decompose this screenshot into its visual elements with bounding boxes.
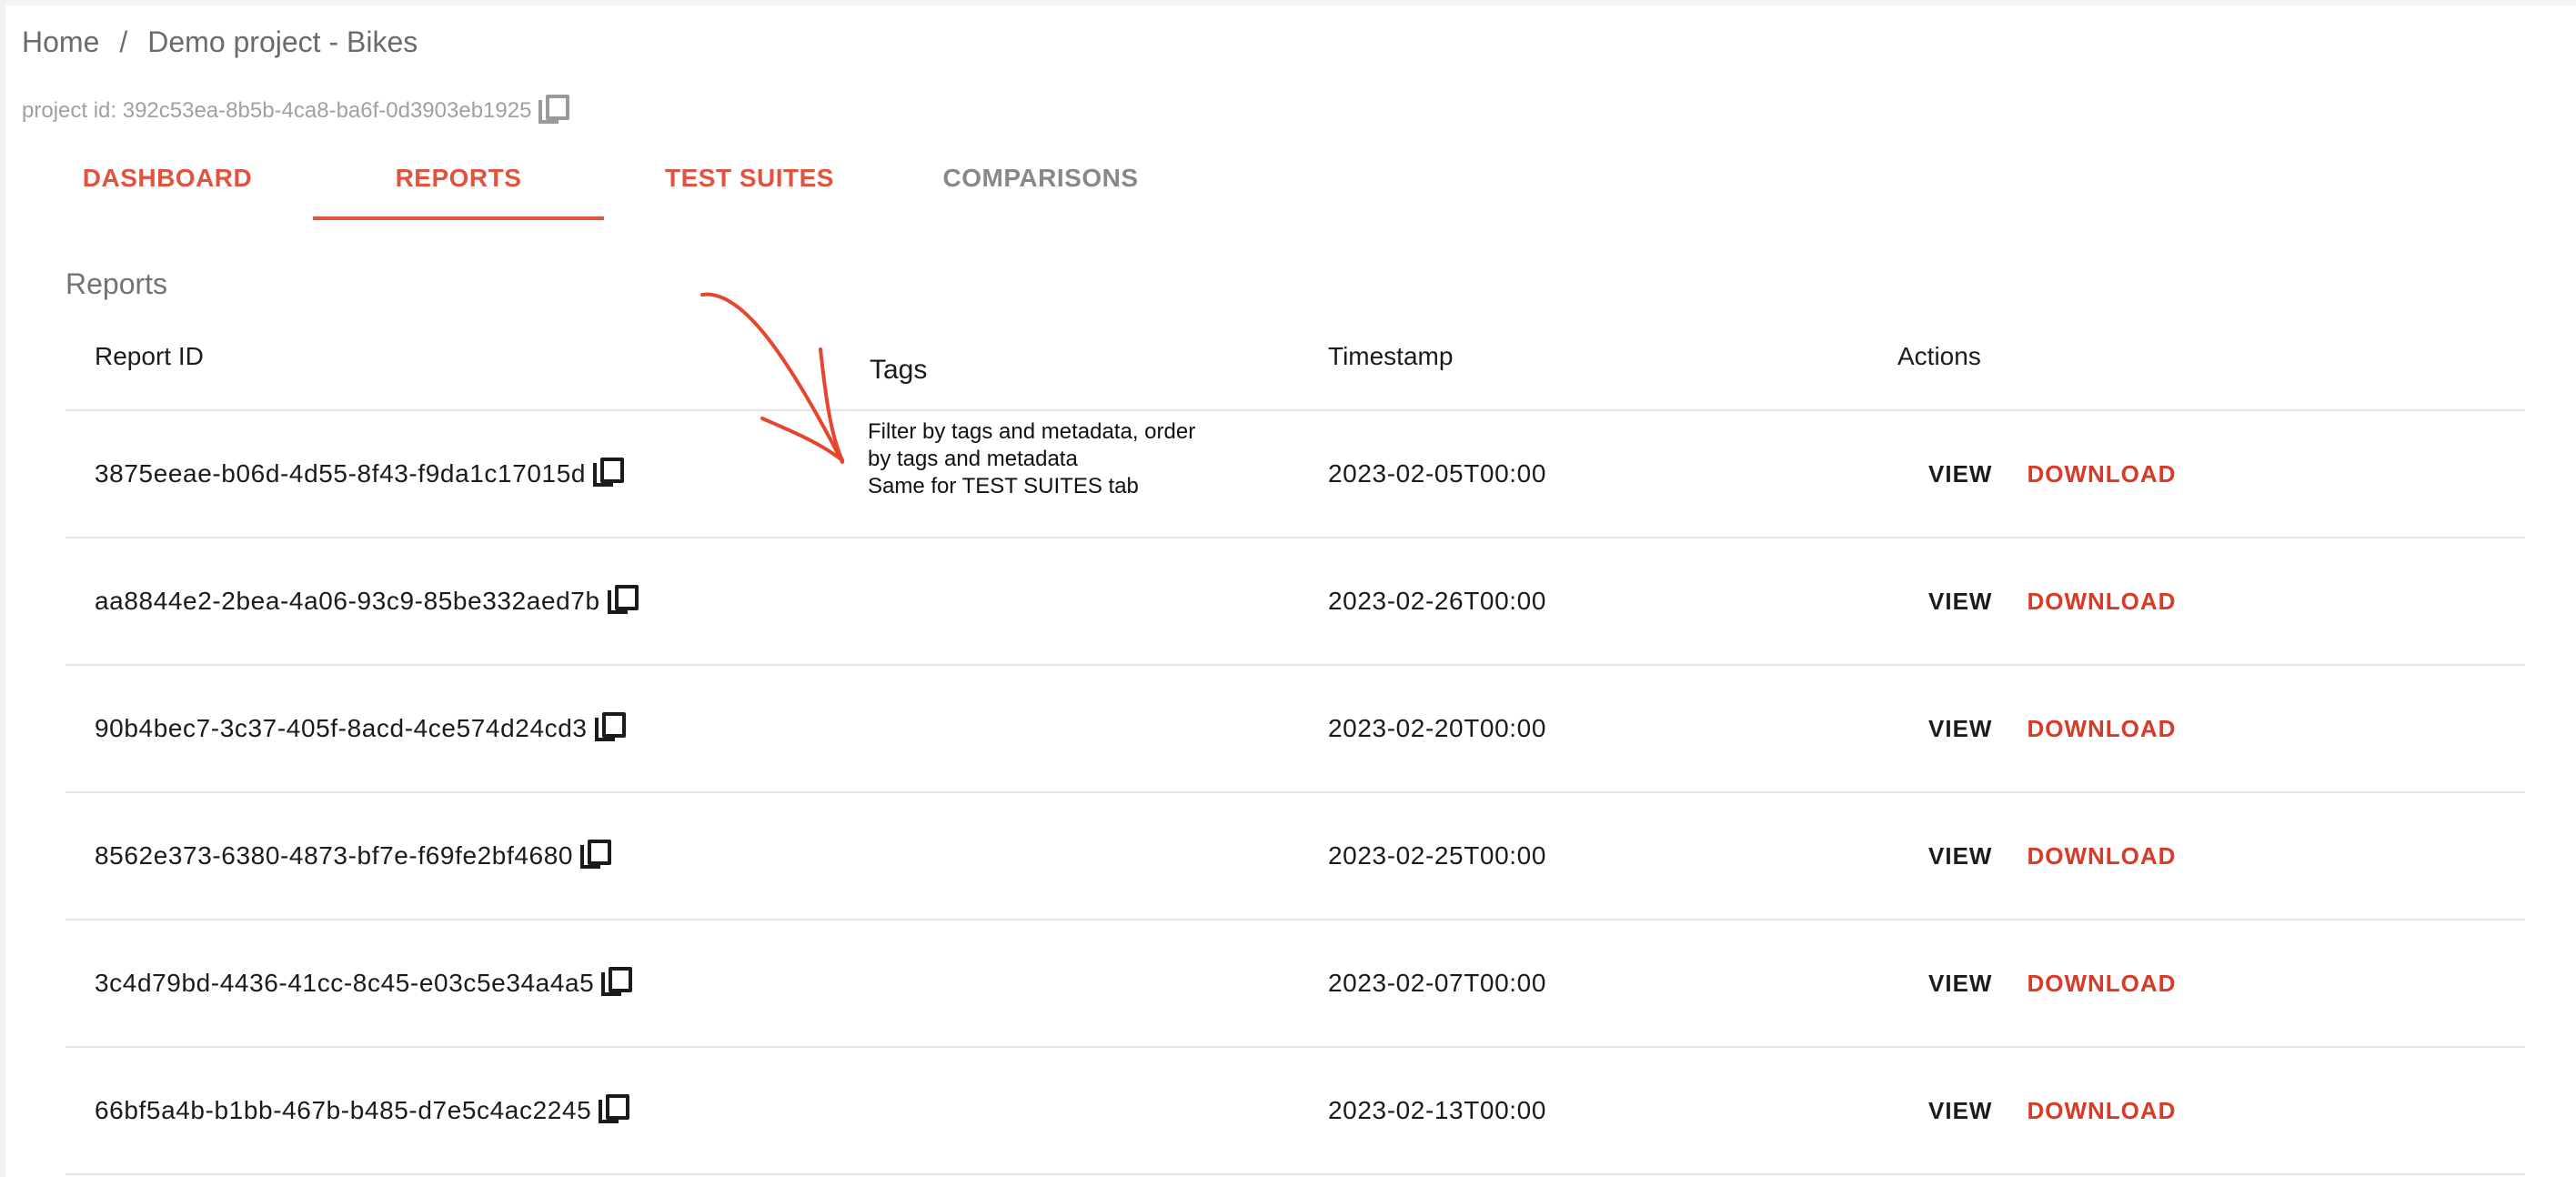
- report-id-cell: 8562e373-6380-4873-bf7e-f69fe2bf4680: [95, 793, 613, 919]
- project-id-label: project id: 392c53ea-8b5b-4ca8-ba6f-0d39…: [22, 98, 532, 123]
- report-id-cell: 90b4bec7-3c37-405f-8acd-4ce574d24cd3: [95, 666, 628, 791]
- annotation-line-2: by tags and metadata: [868, 447, 1078, 471]
- row-actions: VIEW DOWNLOAD: [1914, 666, 2190, 791]
- top-border: [0, 0, 2576, 5]
- row-actions: VIEW DOWNLOAD: [1914, 1048, 2190, 1173]
- copy-icon[interactable]: [607, 585, 640, 618]
- breadcrumb-project-link[interactable]: Demo project - Bikes: [147, 25, 418, 59]
- table-row: 66bf5a4b-b1bb-467b-b485-d7e5c4ac2245 202…: [65, 1048, 2525, 1175]
- timestamp: 2023-02-13T00:00: [1328, 1096, 1546, 1124]
- table-row: 3875eeae-b06d-4d55-8f43-f9da1c17015d Fil…: [65, 411, 2525, 538]
- view-button[interactable]: VIEW: [1914, 959, 2007, 1009]
- reports-table: Report ID Tags Timestamp Actions 3875eea…: [65, 324, 2525, 1175]
- row-actions: VIEW DOWNLOAD: [1914, 411, 2190, 537]
- tab-test-suites[interactable]: TEST SUITES: [604, 136, 895, 220]
- breadcrumb: Home / Demo project - Bikes: [22, 25, 418, 59]
- table-row: 90b4bec7-3c37-405f-8acd-4ce574d24cd3 202…: [65, 666, 2525, 793]
- reports-page: Home / Demo project - Bikes project id: …: [0, 0, 2576, 1177]
- tags-annotation-note: Filter by tags and metadata, order by ta…: [868, 418, 1250, 500]
- download-button[interactable]: DOWNLOAD: [2012, 831, 2190, 881]
- project-tabs: DASHBOARD REPORTS TEST SUITES COMPARISON…: [22, 136, 1186, 220]
- copy-icon[interactable]: [599, 1094, 631, 1127]
- report-id: 3c4d79bd-4436-41cc-8c45-e03c5e34a4a5: [95, 969, 595, 997]
- report-id: 3875eeae-b06d-4d55-8f43-f9da1c17015d: [95, 459, 587, 488]
- table-row: aa8844e2-2bea-4a06-93c9-85be332aed7b 202…: [65, 538, 2525, 666]
- column-header-timestamp: Timestamp: [1328, 342, 1454, 370]
- table-row: 3c4d79bd-4436-41cc-8c45-e03c5e34a4a5 202…: [65, 920, 2525, 1048]
- download-button[interactable]: DOWNLOAD: [2012, 704, 2190, 754]
- tab-dashboard[interactable]: DASHBOARD: [22, 136, 313, 220]
- report-id: aa8844e2-2bea-4a06-93c9-85be332aed7b: [95, 587, 600, 615]
- copy-icon[interactable]: [580, 840, 613, 872]
- copy-icon[interactable]: [593, 458, 626, 490]
- view-button[interactable]: VIEW: [1914, 577, 2007, 627]
- column-header-actions: Actions: [1897, 342, 1981, 370]
- download-button[interactable]: DOWNLOAD: [2012, 577, 2190, 627]
- row-actions: VIEW DOWNLOAD: [1914, 920, 2190, 1046]
- report-id: 90b4bec7-3c37-405f-8acd-4ce574d24cd3: [95, 714, 588, 742]
- row-actions: VIEW DOWNLOAD: [1914, 538, 2190, 664]
- annotation-line-3: Same for TEST SUITES tab: [868, 474, 1139, 498]
- report-id-cell: aa8844e2-2bea-4a06-93c9-85be332aed7b: [95, 538, 640, 664]
- timestamp: 2023-02-26T00:00: [1328, 587, 1546, 615]
- copy-icon[interactable]: [538, 95, 571, 127]
- row-actions: VIEW DOWNLOAD: [1914, 793, 2190, 919]
- timestamp: 2023-02-20T00:00: [1328, 714, 1546, 742]
- download-button[interactable]: DOWNLOAD: [2012, 1086, 2190, 1136]
- view-button[interactable]: VIEW: [1914, 449, 2007, 499]
- timestamp: 2023-02-25T00:00: [1328, 841, 1546, 870]
- column-header-report-id: Report ID: [95, 342, 204, 370]
- download-button[interactable]: DOWNLOAD: [2012, 449, 2190, 499]
- annotation-line-1: Filter by tags and metadata, order: [868, 419, 1196, 444]
- reports-section-title: Reports: [65, 267, 168, 300]
- view-button[interactable]: VIEW: [1914, 1086, 2007, 1136]
- download-button[interactable]: DOWNLOAD: [2012, 959, 2190, 1009]
- table-row: 8562e373-6380-4873-bf7e-f69fe2bf4680 202…: [65, 793, 2525, 920]
- tab-reports[interactable]: REPORTS: [313, 136, 604, 220]
- view-button[interactable]: VIEW: [1914, 831, 2007, 881]
- column-header-tags: Tags: [870, 355, 928, 385]
- timestamp: 2023-02-07T00:00: [1328, 969, 1546, 997]
- left-border: [0, 0, 5, 1177]
- breadcrumb-separator: /: [119, 25, 128, 58]
- copy-icon[interactable]: [594, 712, 628, 745]
- timestamp: 2023-02-05T00:00: [1328, 459, 1546, 488]
- report-id-cell: 66bf5a4b-b1bb-467b-b485-d7e5c4ac2245: [95, 1048, 631, 1173]
- breadcrumb-home-link[interactable]: Home: [22, 25, 99, 59]
- report-id-cell: 3c4d79bd-4436-41cc-8c45-e03c5e34a4a5: [95, 920, 634, 1046]
- report-id: 8562e373-6380-4873-bf7e-f69fe2bf4680: [95, 841, 574, 870]
- report-id: 66bf5a4b-b1bb-467b-b485-d7e5c4ac2245: [95, 1096, 592, 1124]
- report-id-cell: 3875eeae-b06d-4d55-8f43-f9da1c17015d: [95, 411, 626, 537]
- tab-comparisons[interactable]: COMPARISONS: [895, 136, 1186, 220]
- project-id: project id: 392c53ea-8b5b-4ca8-ba6f-0d39…: [22, 95, 571, 127]
- view-button[interactable]: VIEW: [1914, 704, 2007, 754]
- table-header: Report ID Tags Timestamp Actions: [65, 324, 2525, 411]
- copy-icon[interactable]: [601, 967, 634, 1000]
